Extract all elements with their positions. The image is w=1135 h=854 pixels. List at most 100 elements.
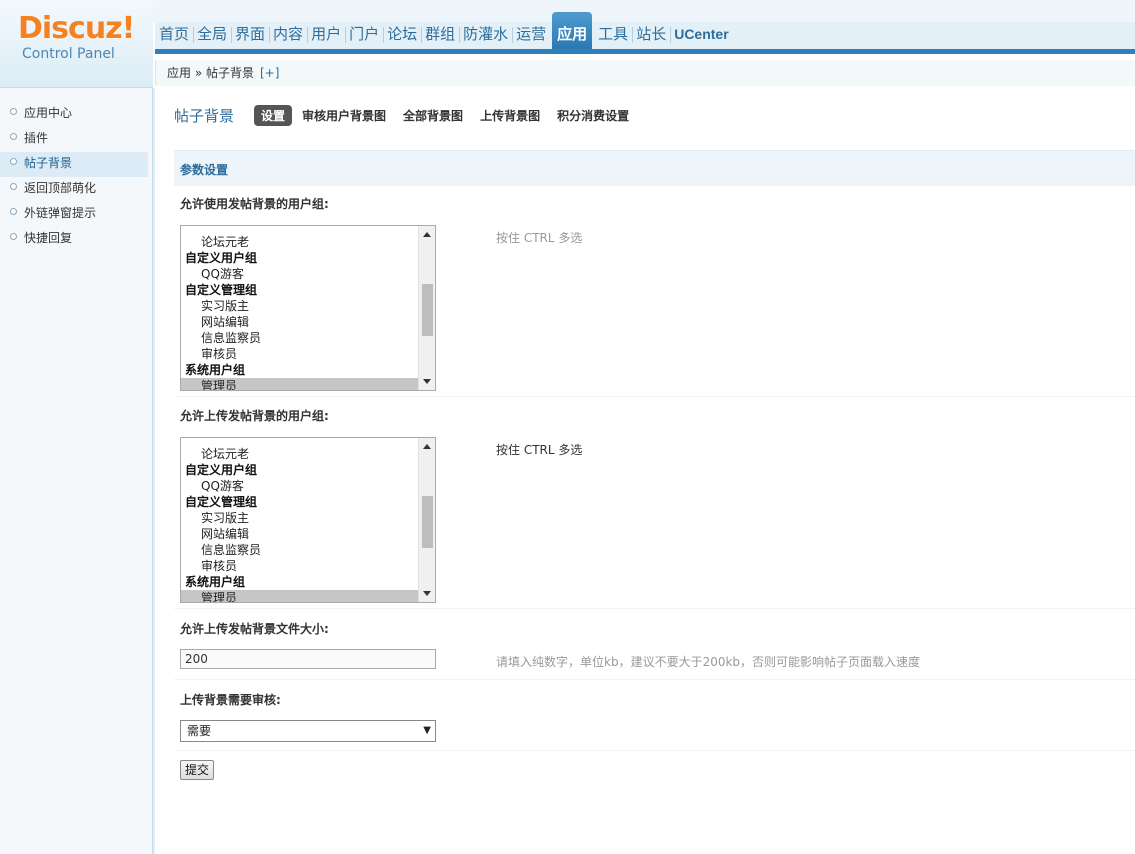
option[interactable]: 实习版主 [181,510,419,526]
nav-item[interactable]: 应用 [552,12,593,49]
review-label: 上传背景需要审核: [180,693,281,707]
option[interactable]: 实习版主 [181,298,419,314]
sidebar-item[interactable]: 外链弹窗提示 [0,202,152,227]
option[interactable]: 信息监察员 [181,330,419,346]
bullet-icon [10,133,17,140]
option-group-label: 系统用户组 [185,575,246,589]
sidebar-item-label: 快捷回复 [24,231,73,245]
nav-item[interactable]: 工具 [594,22,634,49]
scroll-up-arrow-icon[interactable] [423,444,431,449]
use-groups-scrollbar[interactable] [418,226,435,390]
option[interactable]: QQ游客 [181,266,419,282]
option[interactable]: 审核员 [181,558,419,574]
option-partial[interactable] [181,438,419,446]
review-select[interactable]: 需要 ▼ [180,720,436,742]
row-divider [174,396,1135,397]
top-nav: 首页 全局 界面 内容 用户 门户 论坛 群组 防灌水 运营 应用 工具 站长 UCenter [155,12,733,49]
file-size-label: 允许上传发帖背景文件大小: [180,622,329,636]
bullet-icon [10,183,17,190]
nav-item[interactable]: 防灌水 [459,22,514,49]
tab[interactable]: 积分消费设置 [557,107,629,124]
bullet-icon [10,158,17,165]
option[interactable]: QQ游客 [181,478,419,494]
submit-button[interactable]: 提交 [180,760,215,780]
sidebar-item-label: 返回顶部萌化 [24,181,97,195]
discuz-logo[interactable]: Discuz! Control Panel [18,11,135,63]
nav-underline [155,49,1135,54]
logo-name: Discuz! [18,11,135,46]
row-divider [174,679,1135,680]
nav-item[interactable]: 运营 [512,22,550,49]
breadcrumb-add-link[interactable]: [+] [260,60,279,86]
option[interactable]: 审核员 [181,346,419,362]
tab[interactable]: 审核用户背景图 [302,107,386,124]
option[interactable]: 论坛元老 [181,446,419,462]
sidebar-item[interactable]: 快捷回复 [0,227,152,252]
nav-item[interactable]: 站长 [632,22,672,49]
nav-item[interactable]: 首页 [155,22,195,49]
sidebar-item-label: 外链弹窗提示 [24,206,97,220]
tab[interactable]: 全部背景图 [403,107,463,124]
option-group-label: 自定义用户组 [185,251,258,265]
scroll-up-arrow-icon[interactable] [423,232,431,237]
upload-groups-multiselect[interactable]: 论坛元老 自定义用户组 QQ游客 自定义管理组 实习版主 网站编辑 信息监察员 审核员 系统用户… [180,437,436,603]
nav-item[interactable]: 用户 [307,22,347,49]
option-group-label: 自定义用户组 [185,463,258,477]
option-group-label: 系统用户组 [185,363,246,377]
sidebar: 应用中心插件帖子背景返回顶部萌化 外链弹窗提示 快捷回复 [0,88,155,854]
sidebar-item[interactable]: 应用中心 [0,102,152,127]
scroll-thumb[interactable] [422,496,433,548]
nav-item[interactable]: 全局 [193,22,233,49]
logo-area: Discuz! Control Panel [0,0,153,88]
page-title: 帖子背景 [174,106,235,125]
scroll-down-arrow-icon[interactable] [423,591,431,596]
nav-item[interactable]: UCenter [670,22,732,49]
option-partial[interactable] [181,226,419,234]
dropdown-arrow-icon: ▼ [423,725,431,736]
bullet-icon [10,233,17,240]
upload-groups-options: 论坛元老 自定义用户组 QQ游客 自定义管理组 实习版主 网站编辑 信息监察员 审核员 系统用户… [181,438,419,602]
nav-item[interactable]: 界面 [231,22,271,49]
header: Discuz! Control Panel 首页 全局 界面 内容 用户 门户 论坛 群组 防灌… [0,0,1135,88]
section-title: 参数设置 [180,163,229,177]
section-header: 参数设置 [174,150,1135,186]
use-groups-multiselect[interactable]: 论坛元老 自定义用户组 QQ游客 自定义管理组 实习版主 网站编辑 信息监察员 审核员 系统用户… [180,225,436,391]
use-groups-hint: 按住 CTRL 多选 [496,231,583,245]
row-divider [174,750,1135,751]
option[interactable]: 管理员 [181,590,419,602]
scroll-down-arrow-icon[interactable] [423,379,431,384]
nav-item[interactable]: 内容 [269,22,309,49]
option[interactable]: 管理员 [181,378,419,390]
breadcrumb-path: 应用 » 帖子背景 [167,66,254,80]
use-groups-label: 允许使用发帖背景的用户组: [180,197,329,211]
tab[interactable]: 设置 [254,104,293,126]
tab-bar: 设置 审核用户背景图 全部背景图 上传背景图 积分消费设置 [254,104,646,126]
sidebar-item-label: 应用中心 [24,106,73,120]
file-size-hint: 请填入纯数字，单位kb，建议不要大于200kb，否则可能影响帖子页面载入速度 [496,655,921,669]
option-group-label: 自定义管理组 [185,495,258,509]
row-divider [174,608,1135,609]
nav-item[interactable]: 论坛 [383,22,423,49]
sidebar-item[interactable]: 返回顶部萌化 [0,177,152,202]
breadcrumb: 应用 » 帖子背景 [+] [155,60,1135,86]
tab[interactable]: 上传背景图 [480,107,540,124]
option[interactable]: 信息监察员 [181,542,419,558]
sidebar-item-label: 插件 [24,131,49,145]
nav-item[interactable]: 门户 [345,22,385,49]
option[interactable]: 网站编辑 [181,314,419,330]
upload-groups-hint: 按住 CTRL 多选 [496,443,583,457]
option[interactable]: 论坛元老 [181,234,419,250]
nav-item[interactable]: 群组 [421,22,461,49]
review-select-value: 需要 [187,724,212,738]
sidebar-list: 应用中心插件帖子背景返回顶部萌化 外链弹窗提示 快捷回复 [0,88,152,252]
bullet-icon [10,208,17,215]
file-size-input[interactable] [180,649,436,669]
upload-groups-scrollbar[interactable] [418,438,435,602]
sidebar-item-label: 帖子背景 [24,156,73,170]
upload-groups-label: 允许上传发帖背景的用户组: [180,409,329,423]
sidebar-item[interactable]: 帖子背景 [0,152,148,177]
option[interactable]: 网站编辑 [181,526,419,542]
scroll-thumb[interactable] [422,284,433,336]
bullet-icon [10,108,17,115]
sidebar-item[interactable]: 插件 [0,127,152,152]
